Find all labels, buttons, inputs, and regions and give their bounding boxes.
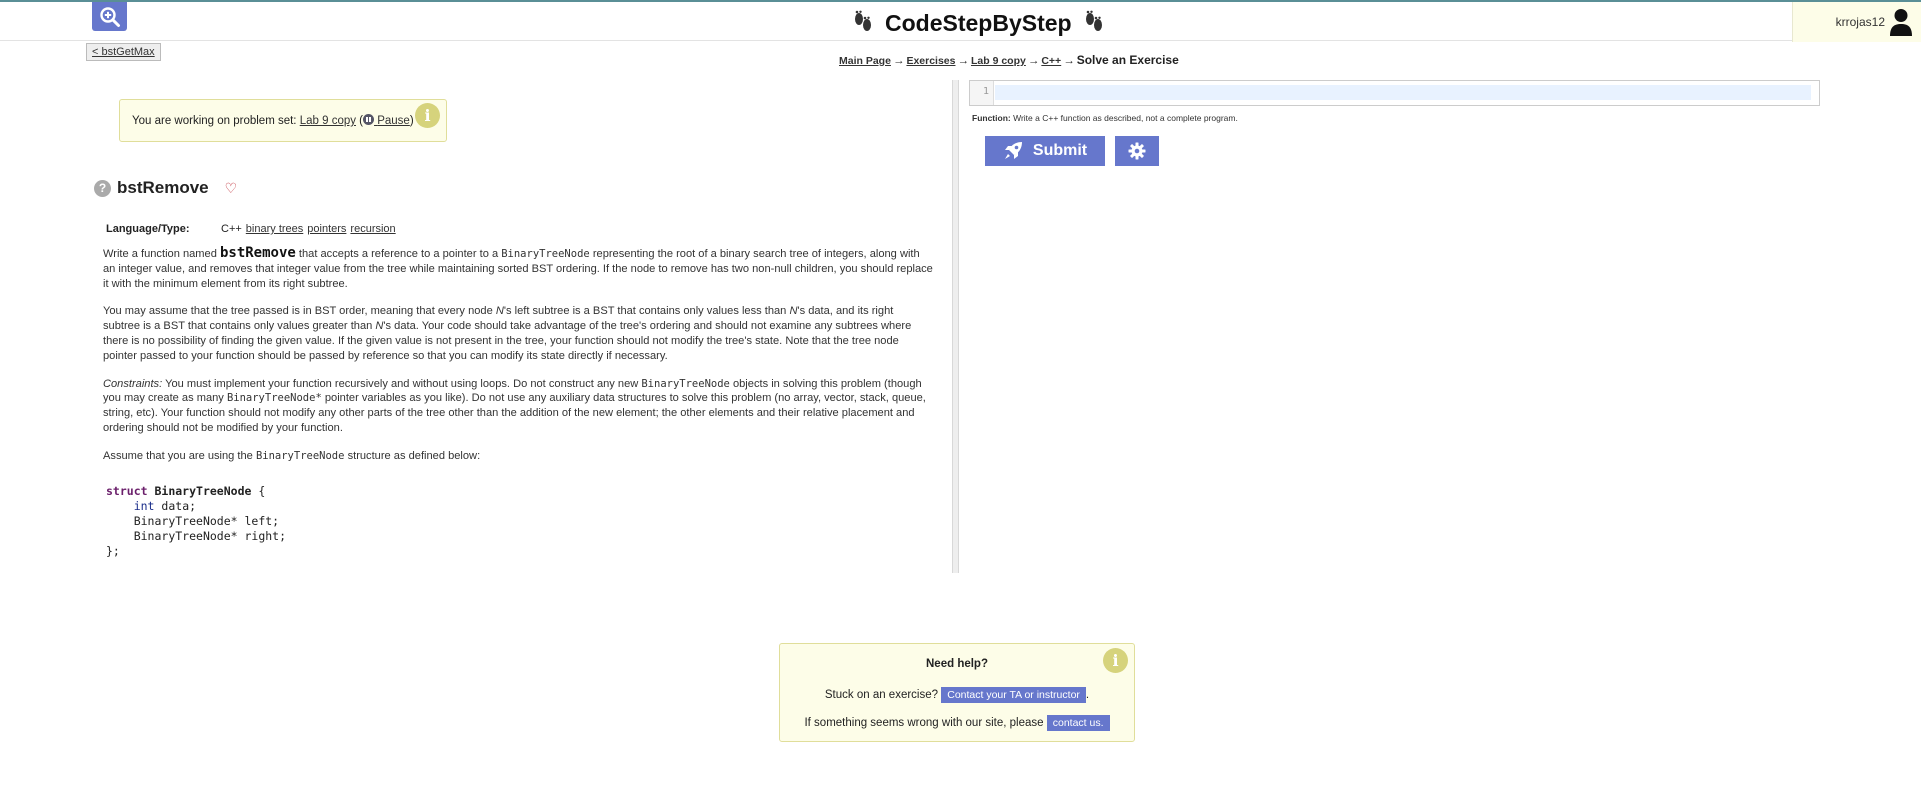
line-number: 1: [970, 81, 994, 105]
contact-us-button[interactable]: contact us.: [1046, 715, 1110, 731]
info-icon[interactable]: i: [415, 103, 440, 128]
help-wrong-text: If something seems wrong with our site, …: [804, 717, 1044, 729]
zoom-button[interactable]: [92, 2, 127, 31]
pause-icon: [363, 114, 375, 125]
top-bar: CodeStepByStep krrojas12: [0, 0, 1921, 42]
tag-binary-trees[interactable]: binary trees: [246, 223, 303, 235]
breadcrumb-current: Solve an Exercise: [1076, 53, 1179, 67]
user-icon: [1890, 9, 1912, 36]
contact-ta-button[interactable]: Contact your TA or instructor: [941, 687, 1086, 703]
language-row: Language/Type: C++ binary trees pointers…: [106, 223, 400, 235]
problem-description: Write a function named bstRemove that ac…: [103, 246, 933, 477]
description-paragraph: Write a function named bstRemove that ac…: [103, 245, 933, 290]
description-paragraph: Assume that you are using the BinaryTree…: [103, 449, 481, 462]
problem-title: bstRemove: [117, 178, 209, 197]
arrow-right-icon: →: [1063, 55, 1075, 67]
tag-pointers[interactable]: pointers: [307, 223, 346, 235]
rocket-icon: [1004, 142, 1022, 159]
tag-recursion[interactable]: recursion: [350, 223, 395, 235]
arrow-right-icon: →: [1027, 55, 1040, 67]
pause-button[interactable]: Pause: [363, 114, 410, 127]
favorite-heart-icon[interactable]: ♡: [225, 180, 238, 197]
function-note: Function: Write a C++ function as descri…: [972, 113, 1238, 123]
username: krrojas12: [1835, 15, 1885, 29]
question-icon[interactable]: ?: [94, 179, 111, 197]
editor-active-line[interactable]: [995, 85, 1811, 100]
description-paragraph: You may assume that the tree passed is i…: [103, 305, 912, 362]
user-menu[interactable]: krrojas12: [1792, 2, 1921, 42]
help-stuck-text: Stuck on an exercise?: [824, 689, 939, 701]
notice-prefix: You are working on problem set:: [132, 115, 297, 127]
submit-button[interactable]: Submit: [985, 136, 1105, 166]
language-label: Language/Type:: [106, 223, 190, 235]
help-row-stuck: Stuck on an exercise? Contact your TA or…: [824, 687, 1090, 703]
code-editor[interactable]: 1: [969, 80, 1820, 106]
footprints-icon: [855, 10, 871, 31]
breadcrumb: Main Page → Exercises → Lab 9 copy → C++ → Solve…: [839, 53, 1179, 67]
arrow-right-icon: →: [957, 55, 969, 67]
help-title: Need help?: [926, 658, 988, 670]
gear-icon: [1128, 142, 1146, 160]
struct-code-block: struct BinaryTreeNode { int data; Binary…: [106, 484, 287, 558]
problem-header: ? bstRemove ♡: [94, 178, 237, 198]
breadcrumb-cpp[interactable]: C++: [1041, 55, 1061, 67]
zoom-in-icon: [99, 6, 120, 27]
brand[interactable]: CodeStepByStep: [853, 8, 1104, 38]
footprints-icon: [1085, 10, 1102, 31]
problem-set-link[interactable]: Lab 9 copy: [300, 115, 356, 127]
previous-problem-button[interactable]: < bstGetMax: [86, 43, 161, 61]
brand-title: CodeStepByStep: [885, 9, 1072, 36]
submit-label: Submit: [1032, 142, 1088, 159]
info-icon[interactable]: i: [1103, 648, 1128, 673]
constraints-paragraph: Constraints: You must implement your fun…: [103, 377, 926, 434]
arrow-right-icon: →: [892, 55, 905, 67]
language-value: C++: [221, 223, 242, 235]
help-box: Need help? Stuck on an exercise? Contact…: [779, 643, 1135, 742]
breadcrumb-exercises[interactable]: Exercises: [906, 55, 955, 67]
breadcrumb-main-page[interactable]: Main Page: [839, 55, 891, 67]
pause-label: Pause: [377, 115, 410, 127]
pane-resize-handle[interactable]: [952, 80, 959, 573]
notice-text: You are working on problem set: Lab 9 co…: [132, 114, 414, 127]
settings-button[interactable]: [1115, 136, 1159, 166]
help-row-wrong: If something seems wrong with our site, …: [780, 715, 1134, 731]
problem-set-notice: You are working on problem set: Lab 9 co…: [119, 99, 447, 142]
breadcrumb-lab-9-copy[interactable]: Lab 9 copy: [971, 55, 1026, 67]
